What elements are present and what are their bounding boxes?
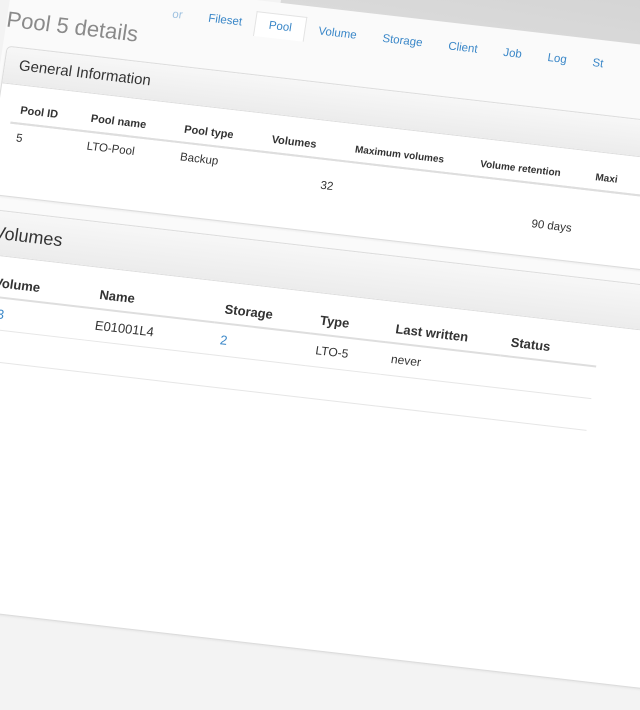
nav-item-storage[interactable]: Storage bbox=[368, 25, 437, 56]
nav-item-volume[interactable]: Volume bbox=[304, 18, 372, 49]
nav-item-director[interactable]: or bbox=[158, 1, 198, 29]
cell-maxi bbox=[577, 189, 640, 252]
storage-link[interactable]: 2 bbox=[219, 332, 228, 348]
nav-item-fileset[interactable]: Fileset bbox=[194, 5, 257, 36]
cell-volumes: 32 bbox=[254, 152, 346, 216]
volumes-panel: Volumes Volume Name Storage Type Last wr… bbox=[0, 208, 640, 706]
nav-item-log[interactable]: Log bbox=[533, 45, 581, 74]
cell-pool-type: Backup bbox=[166, 142, 262, 207]
nav-item-status[interactable]: St bbox=[578, 50, 618, 78]
page-title: Pool 5 details bbox=[5, 6, 140, 47]
page: or Fileset Pool Volume Storage Client Jo… bbox=[0, 0, 640, 689]
nav-item-client[interactable]: Client bbox=[434, 33, 493, 63]
cell-pool-id: 5 bbox=[2, 123, 81, 186]
volume-link[interactable]: 13 bbox=[0, 306, 5, 323]
nav-item-pool[interactable]: Pool bbox=[253, 11, 307, 42]
cell-pool-name: LTO-Pool bbox=[73, 131, 175, 196]
nav-item-job[interactable]: Job bbox=[489, 39, 537, 68]
